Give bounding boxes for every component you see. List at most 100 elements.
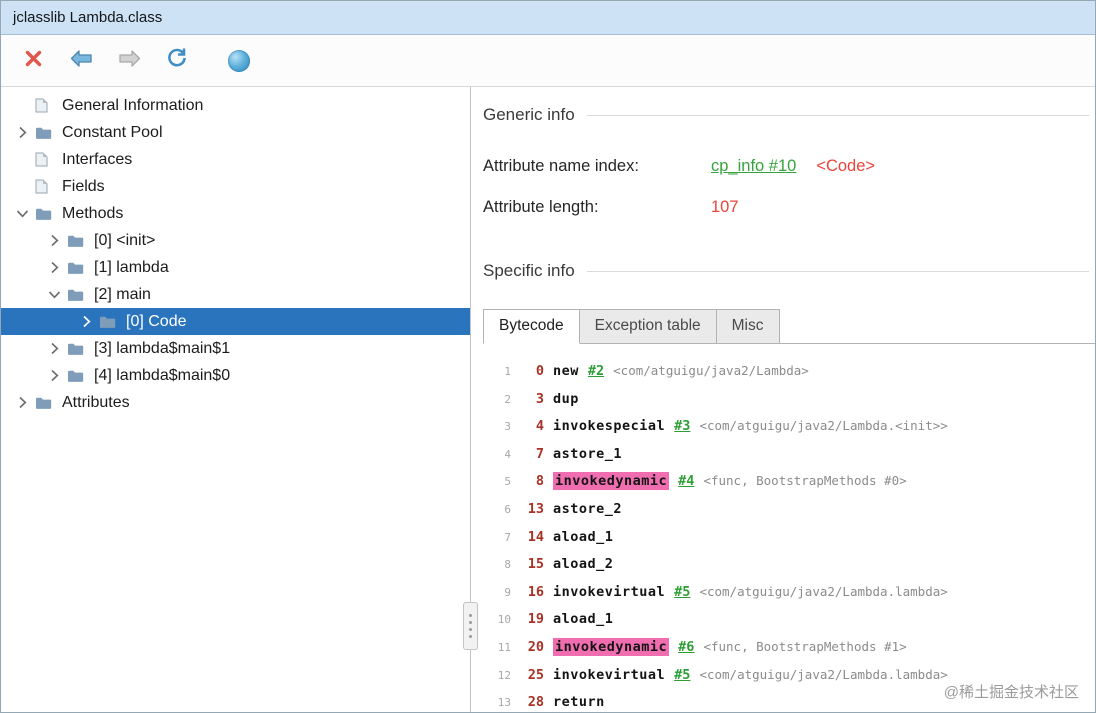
folder-icon bbox=[35, 126, 54, 140]
header-rule bbox=[586, 114, 1089, 116]
tree-item[interactable]: Fields bbox=[1, 173, 470, 200]
splitter-handle[interactable] bbox=[463, 602, 478, 650]
bytecode-line: 3 4 invokespecial #3 <com/atguigu/java2/Lamb… bbox=[487, 412, 1095, 440]
tree-item[interactable]: [0] Code bbox=[1, 308, 470, 335]
tree-item[interactable]: Attributes bbox=[1, 389, 470, 416]
tree-item-label: Attributes bbox=[62, 393, 130, 411]
bytecode-offset: 20 bbox=[527, 638, 544, 655]
chevron-right-icon[interactable] bbox=[41, 261, 67, 274]
line-number: 4 bbox=[504, 447, 511, 461]
header-rule bbox=[586, 270, 1089, 272]
line-number: 7 bbox=[504, 530, 511, 544]
bytecode-offset: 3 bbox=[535, 390, 544, 407]
attribute-length-label: Attribute length: bbox=[483, 198, 599, 216]
bytecode-offset: 13 bbox=[527, 500, 544, 517]
line-number: 5 bbox=[504, 475, 511, 489]
titlebar: jclasslib Lambda.class bbox=[1, 1, 1095, 35]
forward-button[interactable] bbox=[111, 43, 147, 79]
folder-icon bbox=[67, 369, 86, 383]
cp-info-link[interactable]: cp_info #10 bbox=[711, 157, 796, 176]
tree-item[interactable]: [1] lambda bbox=[1, 254, 470, 281]
tree-item[interactable]: [2] main bbox=[1, 281, 470, 308]
bytecode-offset: 15 bbox=[527, 556, 544, 573]
detail-panel: Generic info Attribute name index: cp_in… bbox=[471, 87, 1095, 712]
tree-item-label: General Information bbox=[62, 96, 204, 114]
line-number: 1 bbox=[504, 365, 511, 378]
bytecode-line: 5 8 invokedynamic #4 <func, BootstrapMethods… bbox=[487, 467, 1095, 495]
chevron-right-icon[interactable] bbox=[41, 234, 67, 247]
bytecode-operand-detail: <func, BootstrapMethods #1> bbox=[703, 638, 907, 654]
chevron-right-icon[interactable] bbox=[41, 342, 67, 355]
attribute-name-index-label: Attribute name index: bbox=[483, 157, 639, 175]
tree-item-label: [0] Code bbox=[126, 312, 187, 330]
tree-item[interactable]: Constant Pool bbox=[1, 119, 470, 146]
bytecode-line: 6 13 astore_2 bbox=[487, 495, 1095, 523]
tab-misc[interactable]: Misc bbox=[715, 309, 780, 343]
chevron-right-icon[interactable] bbox=[9, 126, 35, 139]
tree-item-label: Fields bbox=[62, 177, 105, 195]
tab-bytecode[interactable]: Bytecode bbox=[483, 309, 580, 344]
bytecode-mnemonic: return bbox=[553, 694, 605, 711]
tree-item[interactable]: General Information bbox=[1, 92, 470, 119]
bytecode-mnemonic: aload_2 bbox=[553, 556, 614, 573]
constant-pool-link[interactable]: #2 bbox=[588, 363, 604, 379]
tree-item[interactable]: Methods bbox=[1, 200, 470, 227]
tree-item-label: Methods bbox=[62, 204, 124, 222]
bytecode-offset: 0 bbox=[535, 363, 544, 379]
document-icon bbox=[35, 179, 54, 194]
back-arrow-icon bbox=[69, 49, 94, 73]
chevron-right-icon[interactable] bbox=[41, 369, 67, 382]
chevron-right-icon[interactable] bbox=[9, 396, 35, 409]
constant-pool-link[interactable]: #3 bbox=[674, 418, 690, 434]
document-icon bbox=[35, 152, 54, 167]
browser-sphere-icon bbox=[228, 49, 250, 72]
tree-item[interactable]: Interfaces bbox=[1, 146, 470, 173]
close-icon bbox=[24, 49, 43, 73]
tree-item[interactable]: [4] lambda$main$0 bbox=[1, 362, 470, 389]
bytecode-operand-detail: <com/atguigu/java2/Lambda.lambda> bbox=[699, 583, 948, 599]
bytecode-mnemonic: aload_1 bbox=[553, 611, 614, 628]
bytecode-operand-detail: <com/atguigu/java2/Lambda.lambda> bbox=[699, 666, 948, 682]
toolbar bbox=[1, 35, 1095, 87]
forward-arrow-icon bbox=[117, 49, 142, 73]
chevron-down-icon[interactable] bbox=[9, 207, 35, 220]
line-number: 10 bbox=[497, 613, 511, 627]
constant-pool-link[interactable]: #5 bbox=[674, 667, 690, 683]
back-button[interactable] bbox=[63, 43, 99, 79]
bytecode-offset: 8 bbox=[535, 473, 544, 490]
bytecode-mnemonic: invokespecial bbox=[553, 418, 666, 435]
bytecode-mnemonic: astore_1 bbox=[553, 445, 623, 462]
bytecode-offset: 25 bbox=[527, 666, 544, 683]
browser-button[interactable] bbox=[221, 43, 257, 79]
chevron-right-icon[interactable] bbox=[73, 315, 99, 328]
reload-button[interactable] bbox=[159, 43, 195, 79]
tab-bar: Bytecode Exception table Misc bbox=[483, 309, 1095, 344]
line-number: 8 bbox=[504, 558, 511, 572]
bytecode-operand-detail: <com/atguigu/java2/Lambda> bbox=[613, 363, 809, 378]
chevron-down-icon[interactable] bbox=[41, 288, 67, 301]
constant-pool-link[interactable]: #4 bbox=[678, 473, 694, 489]
bytecode-line: 4 7 astore_1 bbox=[487, 440, 1095, 468]
bytecode-mnemonic: dup bbox=[553, 390, 579, 407]
bytecode-offset: 14 bbox=[527, 528, 544, 545]
tree-item[interactable]: [3] lambda$main$1 bbox=[1, 335, 470, 362]
close-button[interactable] bbox=[15, 43, 51, 79]
bytecode-mnemonic: invokedynamic bbox=[553, 472, 670, 491]
bytecode-offset: 16 bbox=[527, 583, 544, 600]
tree-item[interactable]: [0] <init> bbox=[1, 227, 470, 254]
tree-item-label: [2] main bbox=[94, 285, 151, 303]
tab-exception-table[interactable]: Exception table bbox=[578, 309, 717, 343]
reload-icon bbox=[166, 47, 188, 74]
bytecode-offset: 4 bbox=[535, 418, 544, 435]
tree-item-label: [0] <init> bbox=[94, 231, 156, 249]
constant-pool-link[interactable]: #5 bbox=[674, 584, 690, 600]
constant-pool-link[interactable]: #6 bbox=[678, 639, 694, 655]
folder-icon bbox=[67, 342, 86, 356]
bytecode-offset: 28 bbox=[527, 694, 544, 711]
bytecode-mnemonic: aload_1 bbox=[553, 528, 614, 545]
specific-info-header: Specific info bbox=[483, 261, 1095, 281]
watermark: @稀土掘金技术社区 bbox=[943, 684, 1079, 701]
folder-icon bbox=[67, 288, 86, 302]
tree-item-label: [4] lambda$main$0 bbox=[94, 366, 231, 384]
tree-item-label: Interfaces bbox=[62, 150, 133, 168]
